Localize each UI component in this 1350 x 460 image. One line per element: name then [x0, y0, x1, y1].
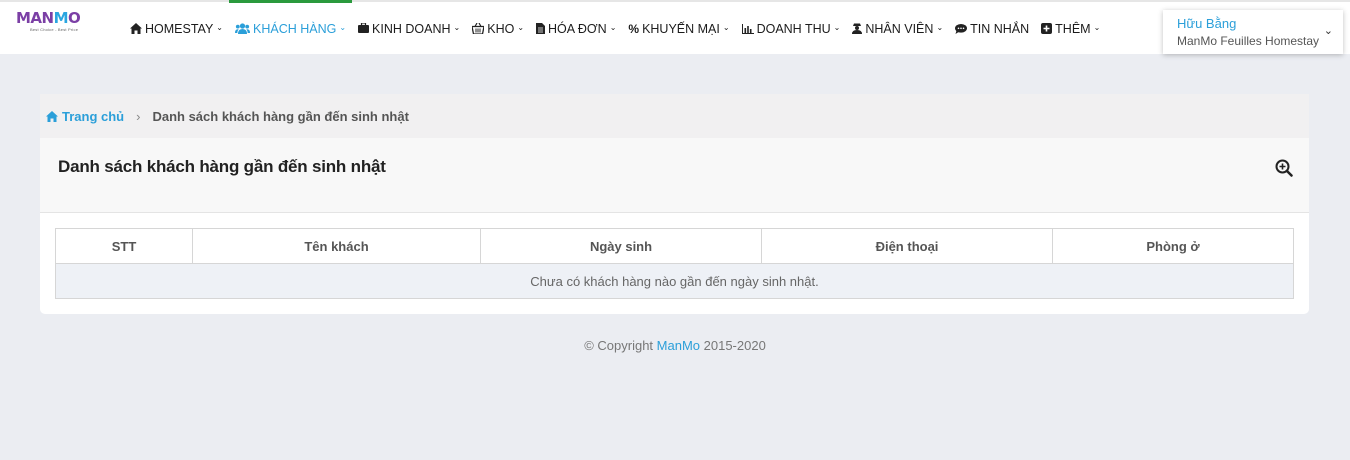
nav-label: KHÁCH HÀNG — [253, 21, 337, 36]
chevron-down-icon: ⌄ — [453, 23, 461, 32]
footer-prefix: © Copyright — [584, 338, 657, 353]
briefcase-icon — [358, 23, 370, 34]
user-secret-icon — [852, 23, 863, 34]
column-header-ten-khach[interactable]: Tên khách — [192, 228, 481, 264]
table-row: Chưa có khách hàng nào gần đến ngày sinh… — [55, 263, 1294, 299]
breadcrumb: Trang chủ › Danh sách khách hàng gần đến… — [40, 94, 1309, 138]
nav-item-khuyen-mai[interactable]: % KHUYẾN MẠI ⌄ — [622, 0, 735, 54]
chevron-down-icon: ⌄ — [609, 23, 617, 32]
chevron-down-icon: ⌄ — [517, 23, 525, 32]
top-navbar: MANMO Best Choice - Best Price HOMESTAY … — [0, 0, 1350, 54]
nav-item-doanh-thu[interactable]: DOANH THU ⌄ — [736, 0, 847, 54]
footer-brand-link[interactable]: ManMo — [657, 338, 700, 353]
nav-label: KINH DOANH — [372, 21, 451, 36]
user-homestay: ManMo Feuilles Homestay — [1177, 34, 1320, 48]
chevron-down-icon: ⌄ — [722, 23, 730, 32]
nav-label: KHO — [487, 21, 515, 36]
nav-item-kinh-doanh[interactable]: KINH DOANH ⌄ — [352, 0, 466, 54]
nav-item-hoa-don[interactable]: HÓA ĐƠN ⌄ — [530, 0, 622, 54]
chevron-down-icon: ⌄ — [936, 23, 944, 32]
footer-suffix: 2015-2020 — [700, 338, 766, 353]
nav-label: KHUYẾN MẠI — [642, 21, 720, 36]
breadcrumb-current: Danh sách khách hàng gần đến sinh nhật — [152, 108, 409, 124]
column-header-phong-o[interactable]: Phòng ở — [1052, 228, 1294, 264]
main-nav: HOMESTAY ⌄ KHÁCH HÀNG ⌄ KINH DOANH ⌄ KHO… — [124, 0, 1106, 54]
user-account-menu[interactable]: Hữu Bằng ManMo Feuilles Homestay ⌄ — [1163, 10, 1343, 54]
nav-label: TIN NHẮN — [970, 21, 1030, 36]
chevron-down-icon: ⌄ — [1323, 25, 1333, 37]
nav-item-kho[interactable]: KHO ⌄ — [466, 0, 530, 54]
nav-label: DOANH THU — [756, 21, 831, 36]
breadcrumb-separator: › — [136, 108, 141, 124]
nav-item-them[interactable]: THÊM ⌄ — [1035, 0, 1106, 54]
nav-item-nhan-vien[interactable]: NHÂN VIÊN ⌄ — [846, 0, 949, 54]
nav-label: HÓA ĐƠN — [548, 21, 607, 36]
breadcrumb-home-link[interactable]: Trang chủ — [46, 109, 124, 124]
chevron-down-icon: ⌄ — [216, 23, 223, 32]
user-name: Hữu Bằng — [1177, 16, 1237, 31]
chevron-down-icon: ⌄ — [339, 23, 347, 32]
column-header-ngay-sinh[interactable]: Ngày sinh — [480, 228, 762, 264]
basket-icon — [472, 23, 485, 34]
chevron-down-icon: ⌄ — [1093, 23, 1101, 32]
home-icon — [46, 110, 58, 122]
empty-table-message: Chưa có khách hàng nào gần đến ngày sinh… — [55, 263, 1294, 299]
nav-label: HOMESTAY — [145, 21, 214, 36]
column-header-dien-thoai[interactable]: Điện thoại — [761, 228, 1053, 264]
column-header-stt[interactable]: STT — [55, 228, 193, 264]
breadcrumb-home-label: Trang chủ — [62, 108, 125, 124]
table-header-row: STT Tên khách Ngày sinh Điện thoại Phòng… — [55, 228, 1294, 264]
birthday-customers-table: STT Tên khách Ngày sinh Điện thoại Phòng… — [55, 228, 1294, 299]
plus-square-icon — [1041, 23, 1053, 34]
nav-item-homestay[interactable]: HOMESTAY ⌄ — [124, 0, 229, 54]
file-icon — [536, 23, 546, 34]
nav-label: THÊM — [1055, 21, 1091, 36]
nav-item-tin-nhan[interactable]: TIN NHẮN — [949, 0, 1035, 54]
logo-wordmark: MANMO — [16, 9, 81, 27]
percent-icon: % — [628, 21, 640, 36]
nav-item-khach-hang[interactable]: KHÁCH HÀNG ⌄ — [229, 0, 353, 54]
footer-copyright: © Copyright ManMo 2015-2020 — [0, 338, 1350, 353]
nav-label: NHÂN VIÊN — [865, 21, 934, 36]
comment-icon — [955, 23, 968, 34]
card-header: Danh sách khách hàng gần đến sinh nhật — [40, 138, 1309, 213]
zoom-in-icon[interactable] — [1275, 159, 1293, 177]
bar-chart-icon — [741, 23, 754, 34]
users-icon — [235, 23, 250, 34]
logo-tagline: Best Choice - Best Price — [30, 27, 79, 32]
manmo-logo[interactable]: MANMO Best Choice - Best Price — [16, 10, 98, 40]
home-icon — [130, 23, 142, 34]
page-title: Danh sách khách hàng gần đến sinh nhật — [58, 157, 386, 176]
birthday-list-card: Danh sách khách hàng gần đến sinh nhật S… — [40, 138, 1309, 314]
chevron-down-icon: ⌄ — [833, 23, 841, 32]
